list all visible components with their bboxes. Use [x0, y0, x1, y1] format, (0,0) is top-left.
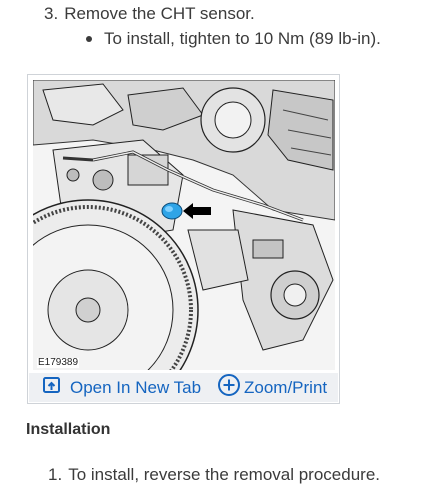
bullet-text: To install, tighten to 10 Nm (89 lb-in). [104, 29, 381, 48]
step-text: To install, reverse the removal procedur… [68, 465, 380, 484]
open-in-new-tab-label: Open In New Tab [70, 377, 202, 397]
step-number: 3. [44, 4, 59, 23]
figure-action-bar: Open In New Tab Zoom/Print [29, 373, 338, 402]
zoom-print-label: Zoom/Print [244, 377, 328, 397]
open-in-new-tab-button[interactable]: Open In New Tab [42, 373, 201, 402]
figure-code: E179389 [37, 357, 80, 368]
bullet-dot [86, 35, 92, 42]
engine-illustration[interactable]: E179389 [33, 80, 335, 370]
install-torque-bullet: To install, tighten to 10 Nm (89 lb-in). [86, 29, 381, 49]
zoom-plus-icon [217, 373, 244, 402]
step-number: 1. [48, 465, 63, 484]
installation-heading: Installation [26, 421, 111, 438]
zoom-print-button[interactable]: Zoom/Print [217, 373, 327, 402]
open-in-new-tab-icon [42, 375, 70, 400]
step-text: Remove the CHT sensor. [64, 4, 255, 23]
installation-step-1: 1. To install, reverse the removal proced… [48, 465, 380, 485]
removal-step-3: 3. Remove the CHT sensor. [44, 4, 255, 24]
figure-container: E179389 Open In New Tab Zoom/Print [27, 74, 340, 404]
